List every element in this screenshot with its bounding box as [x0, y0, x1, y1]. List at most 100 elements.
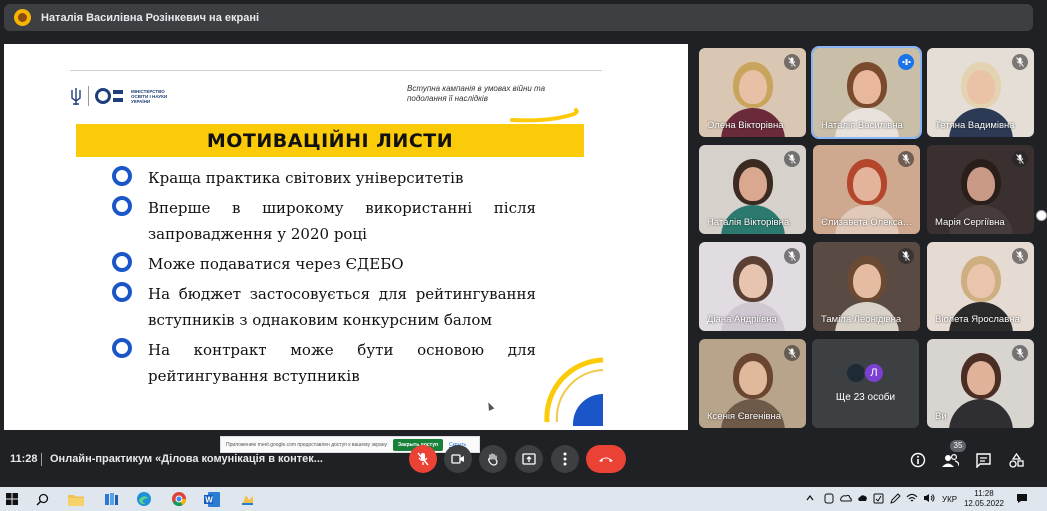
- taskbar-notes-app[interactable]: [238, 490, 256, 508]
- circle-decoration: [544, 357, 603, 426]
- clock-time: 11:28: [974, 489, 994, 498]
- participant-tile[interactable]: Наталія Вікторівна: [699, 145, 806, 234]
- cloud-sync-icon[interactable]: [857, 493, 868, 503]
- avatar: [846, 363, 866, 383]
- participant-tile[interactable]: Наталія Василівна: [811, 46, 922, 139]
- bullet-item: Може подаватися через ЄДЕБО: [112, 251, 536, 277]
- presentation-stage[interactable]: МІНІСТЕРСТВО ОСВІТИ І НАУКИ УКРАЇНИ Всту…: [4, 44, 688, 453]
- start-button[interactable]: [3, 490, 21, 508]
- more-options-button[interactable]: [551, 445, 579, 473]
- participant-name: Олена Вікторівна: [707, 120, 784, 131]
- more-vert-icon: [563, 452, 567, 466]
- folder-icon: [68, 494, 84, 506]
- trident-icon: [71, 87, 81, 105]
- activities-icon: [1008, 452, 1024, 468]
- participant-tile[interactable]: Ксенія Євгенівна: [699, 339, 806, 428]
- participant-face: [853, 167, 881, 201]
- people-button[interactable]: [941, 451, 959, 469]
- edge-icon: [137, 492, 151, 506]
- camera-icon: [451, 454, 464, 464]
- raise-hand-button[interactable]: [479, 445, 507, 473]
- word-icon: W: [204, 491, 220, 507]
- bullet-item: Краща практика світових університетів: [112, 165, 536, 191]
- avatar-stack: Л: [846, 363, 884, 383]
- books-icon: [104, 493, 118, 505]
- bullet-item: Вперше в широкому використанні після зап…: [112, 195, 536, 247]
- bullet-text: Може подаватися через ЄДЕБО: [148, 255, 404, 273]
- language-indicator[interactable]: УКР: [942, 495, 957, 504]
- people-icon: [941, 453, 959, 467]
- leave-call-button[interactable]: [586, 445, 626, 473]
- bullet-item: На бюджет застосовується для рейтингуван…: [112, 281, 536, 333]
- bullet-text: На бюджет застосовується для рейтингуван…: [148, 285, 536, 329]
- wifi-icon[interactable]: [906, 493, 918, 503]
- participant-name: Діана Андріївна: [707, 314, 777, 325]
- speaking-indicator-icon: [898, 54, 914, 70]
- participant-tile[interactable]: Тетяна Вадимівна: [927, 48, 1034, 137]
- participant-tile[interactable]: Ви: [927, 339, 1034, 428]
- participant-face: [967, 167, 995, 201]
- tray-app-icon[interactable]: [824, 493, 834, 504]
- bullet-ring-icon: [112, 252, 132, 272]
- taskbar-clock[interactable]: 11:28 12.05.2022: [962, 489, 1006, 509]
- participant-face: [853, 70, 881, 104]
- info-icon: [910, 452, 926, 468]
- participant-face: [967, 264, 995, 298]
- logo-separator: [88, 86, 89, 106]
- meeting-controls-bar: 11:28 Онлайн-практикум «Ділова комунікац…: [0, 440, 1047, 480]
- taskbar-books-app[interactable]: [102, 490, 120, 508]
- presenting-bar: Наталія Василівна Розінкевич на екрані: [4, 4, 1033, 31]
- taskbar-file-explorer[interactable]: [67, 490, 85, 508]
- camera-button[interactable]: [444, 445, 472, 473]
- slide: МІНІСТЕРСТВО ОСВІТИ І НАУКИ УКРАЇНИ Всту…: [52, 66, 604, 426]
- meeting-title: Онлайн-практикум «Ділова комунікація в к…: [50, 453, 323, 465]
- more-participants-label: Ще 23 особи: [835, 392, 896, 403]
- end-call-icon: [599, 457, 613, 462]
- mic-off-button[interactable]: [409, 445, 437, 473]
- taskbar-word[interactable]: W: [203, 490, 221, 508]
- search-icon: [35, 493, 48, 506]
- taskbar-edge[interactable]: [135, 490, 153, 508]
- slide-divider: [70, 70, 602, 71]
- onedrive-icon[interactable]: [840, 493, 852, 503]
- notifications-icon[interactable]: [1016, 493, 1028, 504]
- activities-button[interactable]: [1007, 451, 1025, 469]
- mic-muted-icon: [784, 54, 800, 70]
- participant-name: Ксенія Євгенівна: [707, 411, 782, 422]
- participant-name: Марія Сергіївна: [935, 217, 1005, 228]
- mic-muted-icon: [1012, 151, 1028, 167]
- participant-tile[interactable]: Таміла Леонідівна: [813, 242, 920, 331]
- presenter-icon: [14, 9, 31, 26]
- mic-muted-icon: [784, 151, 800, 167]
- participant-tile[interactable]: Єлизавета Олександрівна: [813, 145, 920, 234]
- participant-name: Єлизавета Олександрівна: [821, 217, 916, 228]
- security-icon[interactable]: [873, 493, 884, 504]
- mic-off-icon: [417, 452, 429, 466]
- meeting-details-button[interactable]: [909, 451, 927, 469]
- windows-taskbar: W УКР 11:28 12.05.2022: [0, 487, 1047, 511]
- edit-tray-icon[interactable]: [890, 493, 901, 504]
- search-button[interactable]: [33, 490, 51, 508]
- mic-muted-icon: [898, 151, 914, 167]
- taskbar-chrome[interactable]: [170, 490, 188, 508]
- participant-face: [853, 264, 881, 298]
- chat-button[interactable]: [974, 451, 992, 469]
- participant-face: [739, 264, 767, 298]
- present-screen-button[interactable]: [515, 445, 543, 473]
- volume-icon[interactable]: [923, 493, 935, 503]
- bullet-text: Вперше в широкому використанні після зап…: [148, 199, 536, 243]
- side-panel-handle[interactable]: [1036, 210, 1047, 221]
- participant-tile[interactable]: Марія Сергіївна: [927, 145, 1034, 234]
- participant-tile[interactable]: Олена Вікторівна: [699, 48, 806, 137]
- mon-logo-icon: [95, 88, 123, 104]
- mic-muted-icon: [898, 248, 914, 264]
- participant-tile[interactable]: Діана Андріївна: [699, 242, 806, 331]
- slide-title: МОТИВАЦІЙНІ ЛИСТИ: [206, 129, 454, 152]
- more-participants-tile[interactable]: Л Ще 23 особи: [812, 339, 919, 428]
- bullet-ring-icon: [112, 196, 132, 216]
- participant-face: [739, 167, 767, 201]
- bullet-text: Краща практика світових університетів: [148, 169, 464, 187]
- participant-face: [739, 361, 767, 395]
- tray-expand-icon[interactable]: [806, 494, 814, 502]
- participant-tile[interactable]: Віолета Ярославна: [927, 242, 1034, 331]
